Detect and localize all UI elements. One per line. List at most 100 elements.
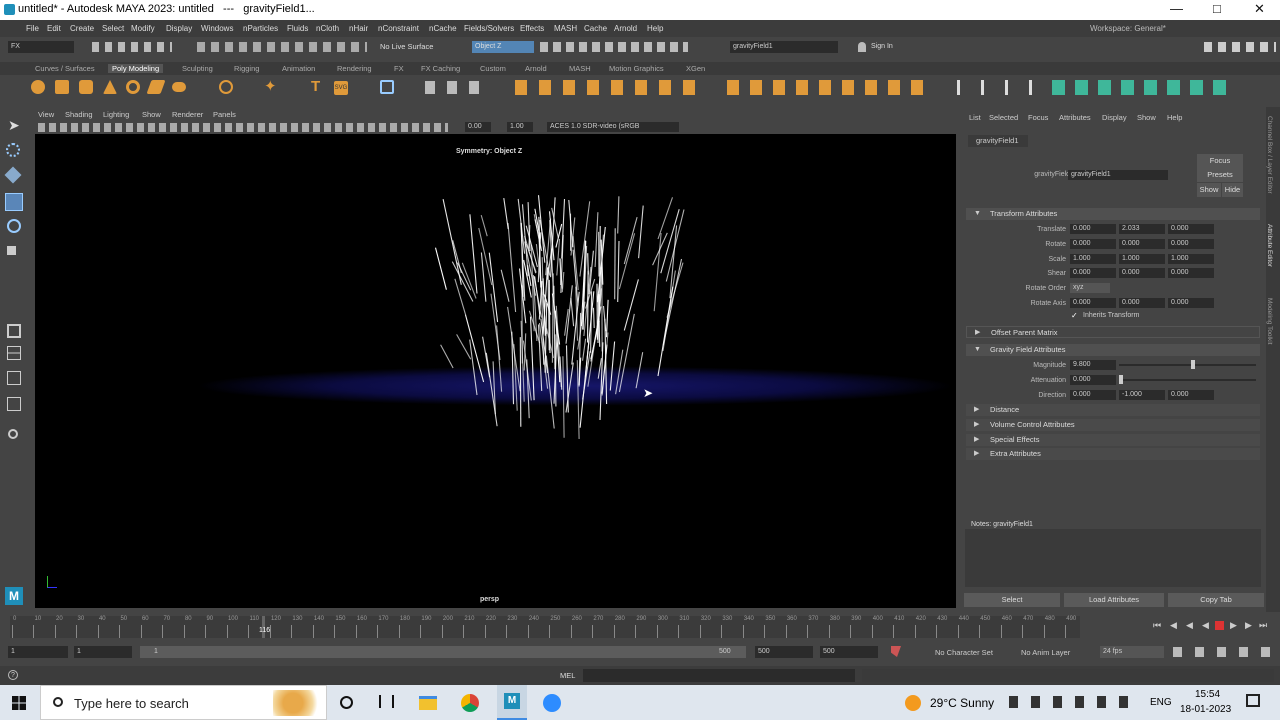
menu-nconstraint[interactable]: nConstraint bbox=[378, 24, 419, 33]
exposure-field[interactable]: 0.00 bbox=[465, 122, 491, 132]
chrome-icon[interactable] bbox=[461, 694, 479, 712]
collapse-arrow-icon[interactable]: ▶ bbox=[974, 404, 979, 416]
help-icon[interactable]: ? bbox=[8, 670, 18, 680]
translate-z-field[interactable]: 0.000 bbox=[1168, 224, 1214, 234]
shelf-tab-poly-modeling[interactable]: Poly Modeling bbox=[108, 64, 164, 73]
step-back-frame-icon[interactable]: ◀ bbox=[1186, 620, 1193, 631]
menu-effects[interactable]: Effects bbox=[520, 24, 544, 33]
shelf-tab-arnold[interactable]: Arnold bbox=[525, 64, 547, 73]
close-icon[interactable]: ✕ bbox=[1254, 1, 1265, 17]
poly-torus-icon[interactable] bbox=[126, 80, 140, 94]
range-bar[interactable] bbox=[140, 646, 746, 658]
task-view-icon[interactable] bbox=[379, 695, 394, 708]
workspace-selector[interactable]: Workspace: General* bbox=[1090, 24, 1166, 33]
shear-x-field[interactable]: 0.000 bbox=[1070, 268, 1116, 278]
poly-cylinder-icon[interactable] bbox=[79, 80, 93, 94]
move-tool-icon[interactable] bbox=[5, 193, 23, 211]
auto-key-icon[interactable] bbox=[891, 646, 901, 657]
scale-tool-icon[interactable] bbox=[7, 246, 16, 255]
presets-button[interactable]: Presets bbox=[1197, 168, 1243, 182]
maya-home-icon[interactable]: M bbox=[5, 587, 23, 605]
language-indicator[interactable]: ENG bbox=[1150, 697, 1172, 708]
star-icon[interactable]: ✦ bbox=[264, 79, 278, 94]
scale-z-field[interactable]: 1.000 bbox=[1168, 254, 1214, 264]
shelf-tab-animation[interactable]: Animation bbox=[282, 64, 315, 73]
type-icon[interactable]: T bbox=[311, 79, 325, 94]
step-back-key-icon[interactable]: ◀ bbox=[1170, 620, 1177, 631]
zoom-icon[interactable] bbox=[543, 694, 561, 712]
play-backward-icon[interactable]: ◀ bbox=[1202, 620, 1209, 631]
collapse-arrow-icon[interactable]: ▶ bbox=[975, 327, 980, 339]
mesh-tools-icons[interactable] bbox=[515, 80, 705, 95]
poly-sphere-icon[interactable] bbox=[31, 80, 45, 94]
outliner-icon[interactable] bbox=[7, 397, 21, 411]
attr-menu-display[interactable]: Display bbox=[1102, 113, 1127, 122]
menu-nhair[interactable]: nHair bbox=[349, 24, 368, 33]
vp-menu-show[interactable]: Show bbox=[142, 110, 161, 119]
direction-z-field[interactable]: 0.000 bbox=[1168, 390, 1214, 400]
node-name-field[interactable]: gravityField1 bbox=[1068, 170, 1168, 180]
menu-edit[interactable]: Edit bbox=[47, 24, 61, 33]
rotate-tool-icon[interactable] bbox=[7, 219, 21, 233]
stop-icon[interactable] bbox=[1215, 621, 1224, 630]
file-explorer-icon[interactable] bbox=[419, 696, 437, 710]
attenuation-slider-handle[interactable] bbox=[1119, 375, 1123, 384]
file-tools-icons[interactable] bbox=[92, 42, 172, 52]
copy-tab-button[interactable]: Copy Tab bbox=[1168, 593, 1264, 607]
select-tool-icon[interactable]: ➤ bbox=[8, 117, 20, 134]
symmetry-dropdown[interactable]: Object Z bbox=[472, 41, 534, 53]
vp-menu-shading[interactable]: Shading bbox=[65, 110, 93, 119]
go-to-start-icon[interactable]: ⏮ bbox=[1153, 620, 1161, 631]
attr-tab[interactable]: gravityField1 bbox=[968, 135, 1028, 147]
vp-menu-panels[interactable]: Panels bbox=[213, 110, 236, 119]
menu-select[interactable]: Select bbox=[102, 24, 124, 33]
svg-tool-icon[interactable]: SVG bbox=[334, 81, 348, 95]
layout-four-icon[interactable] bbox=[7, 346, 21, 360]
menu-cache[interactable]: Cache bbox=[584, 24, 607, 33]
menu-mash[interactable]: MASH bbox=[554, 24, 577, 33]
rotate-axis-y-field[interactable]: 0.000 bbox=[1119, 298, 1165, 308]
shelf-tab-rigging[interactable]: Rigging bbox=[234, 64, 259, 73]
cortana-icon[interactable] bbox=[340, 696, 353, 709]
live-surface-label[interactable]: No Live Surface bbox=[380, 42, 433, 51]
vp-menu-renderer[interactable]: Renderer bbox=[172, 110, 203, 119]
rotate-z-field[interactable]: 0.000 bbox=[1168, 239, 1214, 249]
magnitude-slider-handle[interactable] bbox=[1191, 360, 1195, 369]
menu-modify[interactable]: Modify bbox=[131, 24, 155, 33]
rotate-axis-z-field[interactable]: 0.000 bbox=[1168, 298, 1214, 308]
menu-arnold[interactable]: Arnold bbox=[614, 24, 637, 33]
notification-icon[interactable] bbox=[1246, 694, 1260, 707]
edit-tools-icons[interactable] bbox=[425, 81, 491, 94]
maximize-icon[interactable]: □ bbox=[1213, 1, 1221, 16]
collapse-arrow-icon[interactable]: ▼ bbox=[974, 344, 981, 356]
shelf-tab-curves[interactable]: Curves / Surfaces bbox=[35, 64, 95, 73]
anim-start-field[interactable]: 1 bbox=[8, 646, 68, 658]
rotate-order-dropdown[interactable]: xyz bbox=[1070, 283, 1110, 293]
side-tab-attribute-editor[interactable]: Attribute Editor bbox=[1266, 224, 1273, 267]
transform-attributes-header[interactable]: Transform Attributes ▼ bbox=[966, 208, 1260, 220]
scale-y-field[interactable]: 1.000 bbox=[1119, 254, 1165, 264]
grid-layout-icon[interactable] bbox=[380, 80, 394, 94]
hide-button[interactable]: Hide bbox=[1222, 183, 1243, 197]
side-tab-channel-box[interactable]: Channel Box / Layer Editor bbox=[1266, 116, 1273, 194]
shelf-tab-fx-caching[interactable]: FX Caching bbox=[421, 64, 460, 73]
poly-plane-icon[interactable] bbox=[146, 80, 166, 94]
modeling-toolkit-icons[interactable] bbox=[957, 80, 1037, 95]
attenuation-field[interactable]: 0.000 bbox=[1070, 375, 1116, 385]
attr-menu-focus[interactable]: Focus bbox=[1028, 113, 1048, 122]
shelf-tab-mash[interactable]: MASH bbox=[569, 64, 591, 73]
windows-start-icon[interactable] bbox=[12, 696, 26, 710]
magnitude-slider[interactable] bbox=[1119, 364, 1256, 366]
volume-control-header[interactable]: Volume Control Attributes ▶ bbox=[966, 419, 1260, 431]
menu-windows[interactable]: Windows bbox=[201, 24, 233, 33]
taskbar-search-box[interactable]: Type here to search bbox=[40, 685, 327, 720]
direction-y-field[interactable]: -1.000 bbox=[1119, 390, 1165, 400]
anim-end-field[interactable]: 500 bbox=[820, 646, 878, 658]
collapse-arrow-icon[interactable]: ▼ bbox=[974, 208, 981, 220]
inherits-transform-checkbox[interactable]: ✓ bbox=[1071, 311, 1080, 320]
menu-nparticles[interactable]: nParticles bbox=[243, 24, 278, 33]
poly-cube-icon[interactable] bbox=[55, 80, 69, 94]
script-language-label[interactable]: MEL bbox=[560, 671, 575, 680]
attr-menu-list[interactable]: List bbox=[969, 113, 981, 122]
attr-menu-attributes[interactable]: Attributes bbox=[1059, 113, 1091, 122]
